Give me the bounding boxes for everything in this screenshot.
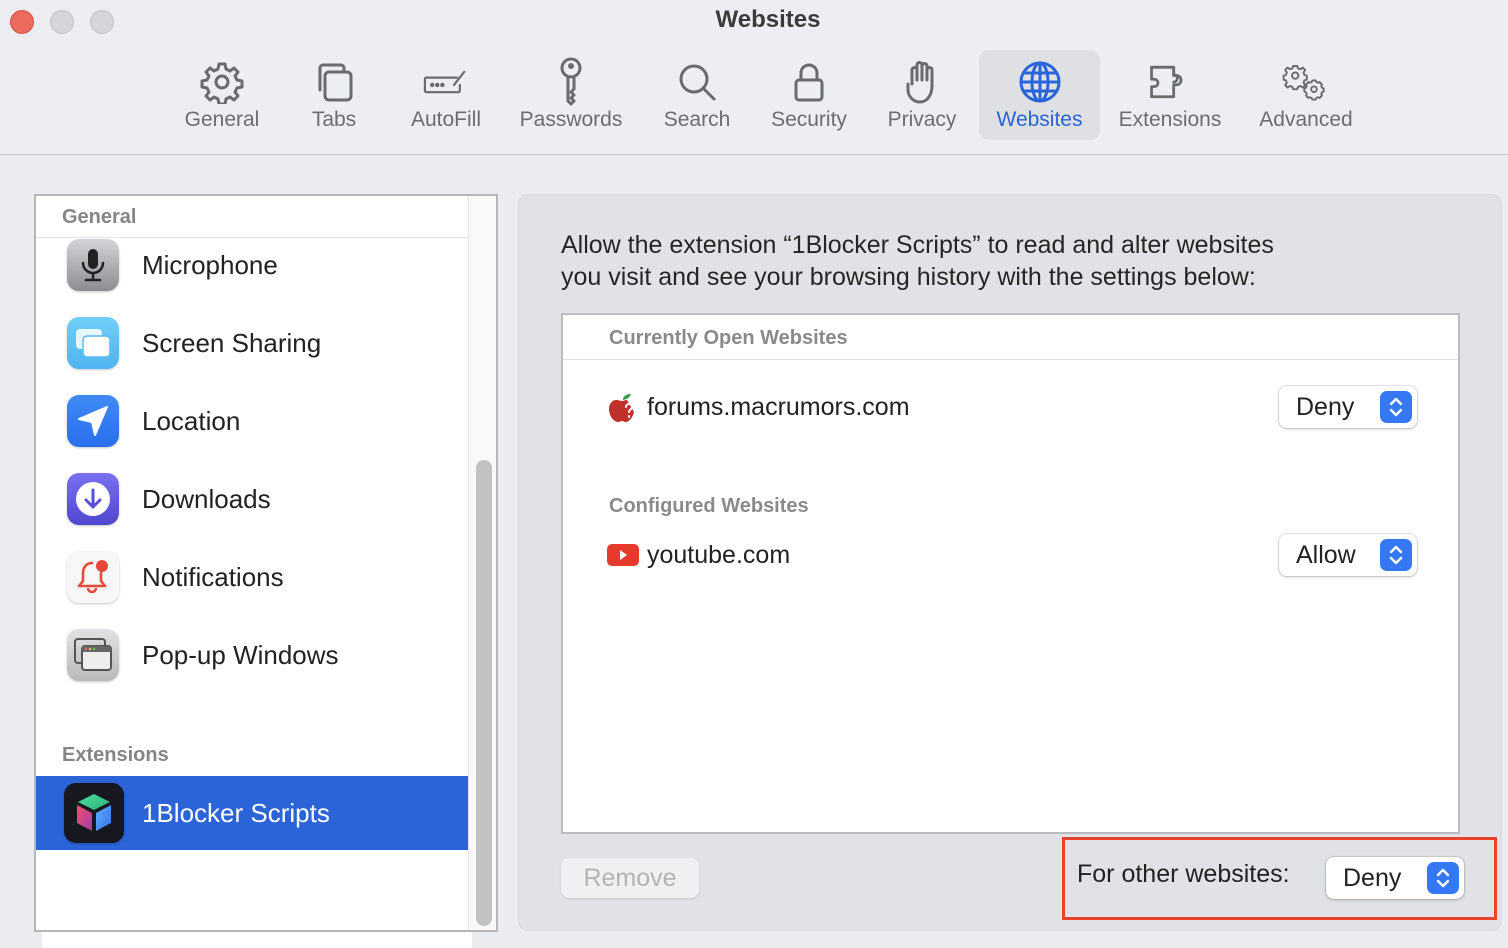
popup-value: Allow	[1296, 540, 1356, 569]
sidebar-bottom-strip	[42, 932, 472, 948]
sidebar-item-label: Downloads	[142, 483, 271, 514]
sidebar-item-label: Pop-up Windows	[142, 639, 339, 670]
tab-label: Tabs	[311, 108, 357, 131]
lock-icon	[785, 58, 833, 106]
section-header-extensions: Extensions	[62, 744, 169, 766]
search-icon	[673, 58, 721, 106]
group-divider	[563, 359, 1458, 360]
sidebar-item-screen-sharing[interactable]: Screen Sharing	[36, 304, 468, 382]
preferences-tabs: General Tabs AutoFill Passwords Search S…	[0, 50, 1508, 140]
tab-label: Search	[663, 108, 731, 131]
website-name: youtube.com	[647, 540, 791, 569]
youtube-icon	[607, 539, 639, 571]
tab-label: Security	[771, 108, 847, 131]
sidebar-item-label: Location	[142, 405, 241, 436]
puzzle-icon	[1146, 58, 1194, 106]
1blocker-icon	[64, 783, 124, 843]
tab-label: Websites	[996, 108, 1083, 131]
remove-button[interactable]: Remove	[561, 858, 699, 898]
sidebar-item-location[interactable]: Location	[36, 382, 468, 460]
description-line-1: Allow the extension “1Blocker Scripts” t…	[561, 231, 1274, 259]
tab-label: Passwords	[519, 108, 623, 131]
chevron-up-down-icon	[1427, 862, 1459, 894]
tab-label: General	[184, 108, 260, 131]
tab-label: Advanced	[1259, 108, 1353, 131]
autofill-icon	[422, 58, 470, 106]
sidebar-item-notifications[interactable]: Notifications	[36, 538, 468, 616]
websites-list: Currently Open Websites forums.macrumors…	[561, 313, 1460, 834]
tabs-icon	[310, 58, 358, 106]
chevron-up-down-icon	[1380, 539, 1412, 571]
location-icon	[67, 395, 119, 447]
website-permission-popup[interactable]: Deny	[1279, 386, 1417, 428]
chevron-up-down-icon	[1380, 391, 1412, 423]
gear-icon	[198, 58, 246, 106]
tab-search[interactable]: Search	[656, 50, 738, 140]
sidebar-item-label: Microphone	[142, 249, 278, 280]
microphone-icon	[67, 239, 119, 291]
globe-icon	[1016, 58, 1064, 106]
tab-privacy[interactable]: Privacy	[880, 50, 964, 140]
tab-websites[interactable]: Websites	[979, 50, 1100, 140]
sidebar-item-popup-windows[interactable]: Pop-up Windows	[36, 616, 468, 694]
tab-security[interactable]: Security	[762, 50, 856, 140]
macrumors-icon	[607, 391, 639, 423]
description-line-2: you visit and see your browsing history …	[561, 263, 1256, 291]
tab-autofill[interactable]: AutoFill	[402, 50, 490, 140]
popup-value: Deny	[1343, 863, 1402, 892]
sidebar-item-label: Screen Sharing	[142, 327, 322, 358]
downloads-icon	[67, 473, 119, 525]
sidebar-item-1blocker-scripts[interactable]: 1Blocker Scripts	[36, 776, 468, 850]
tab-label: AutoFill	[410, 108, 482, 131]
window-title: Websites	[715, 6, 821, 33]
window-toolbar: Websites General Tabs AutoFill Passwords…	[0, 0, 1508, 155]
group-header-currently-open: Currently Open Websites	[609, 327, 848, 349]
tab-passwords[interactable]: Passwords	[510, 50, 632, 140]
sidebar-list: General Microphone Screen Sharing Locati…	[36, 196, 468, 930]
other-websites-label: For other websites:	[1077, 860, 1290, 888]
tab-label: Extensions	[1118, 108, 1222, 131]
key-icon	[547, 57, 595, 106]
other-websites-popup[interactable]: Deny	[1326, 857, 1464, 899]
group-header-configured: Configured Websites	[609, 495, 809, 517]
sidebar-item-label: Notifications	[142, 561, 284, 592]
website-permission-popup[interactable]: Allow	[1279, 534, 1417, 576]
tab-label: Privacy	[887, 108, 957, 131]
popup-value: Deny	[1296, 392, 1355, 421]
hand-icon	[898, 58, 946, 106]
tab-tabs[interactable]: Tabs	[296, 50, 372, 140]
permissions-sidebar: General Microphone Screen Sharing Locati…	[34, 194, 498, 932]
gears-icon	[1282, 58, 1330, 106]
popup-windows-icon	[67, 629, 119, 681]
sidebar-scrollbar-thumb[interactable]	[476, 460, 492, 926]
tab-advanced[interactable]: Advanced	[1250, 50, 1362, 140]
sidebar-item-microphone[interactable]: Microphone	[36, 226, 468, 304]
screen-sharing-icon	[67, 317, 119, 369]
notifications-icon	[67, 551, 119, 603]
tab-general[interactable]: General	[176, 50, 268, 140]
tab-extensions[interactable]: Extensions	[1110, 50, 1230, 140]
extension-settings-panel: Allow the extension “1Blocker Scripts” t…	[518, 194, 1502, 931]
permission-description: Allow the extension “1Blocker Scripts” t…	[561, 229, 1461, 293]
website-row: youtube.com Allow	[607, 533, 1417, 577]
website-name: forums.macrumors.com	[647, 392, 910, 421]
sidebar-item-label: 1Blocker Scripts	[142, 797, 330, 828]
sidebar-item-downloads[interactable]: Downloads	[36, 460, 468, 538]
website-row: forums.macrumors.com Deny	[607, 385, 1417, 429]
